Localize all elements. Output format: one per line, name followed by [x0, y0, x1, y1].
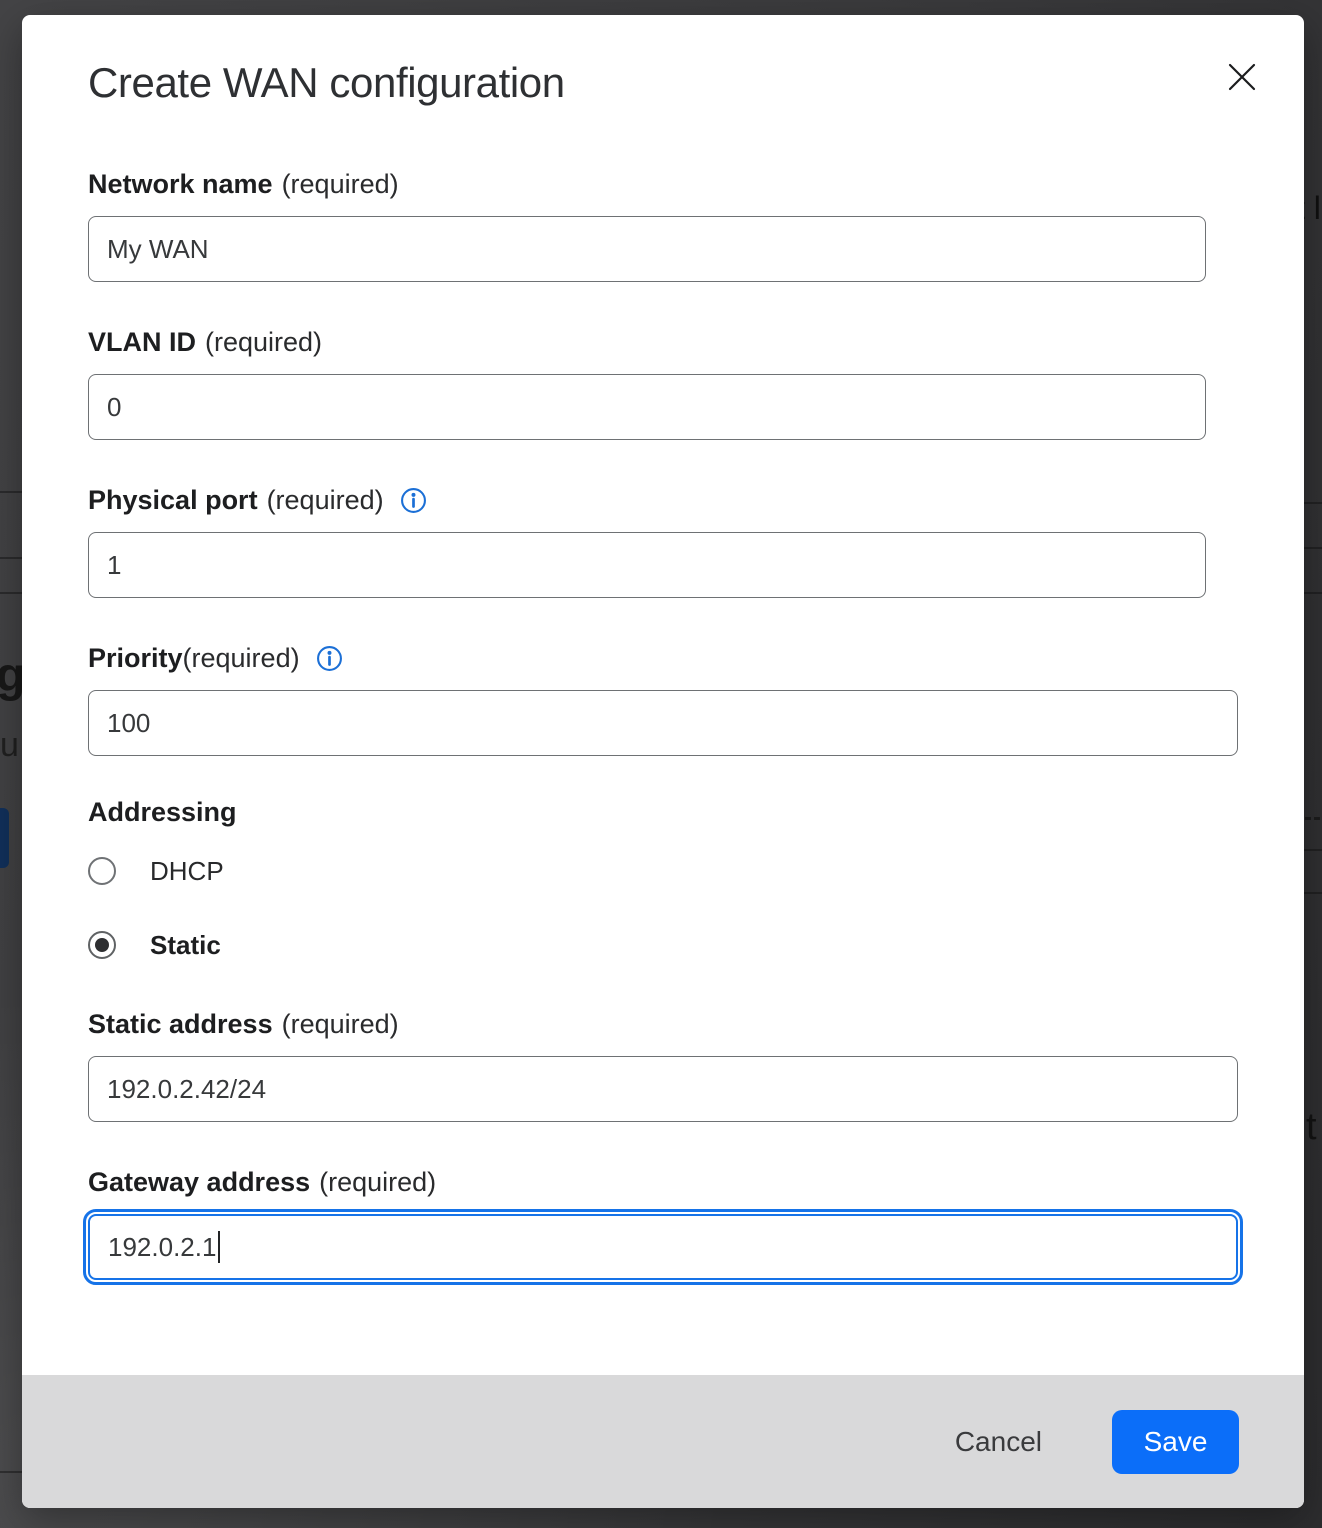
- addressing-heading: Addressing: [88, 796, 1304, 828]
- background-dash-fragment: [1314, 817, 1320, 820]
- cancel-button[interactable]: Cancel: [933, 1416, 1064, 1468]
- static-address-label: Static address: [88, 1008, 273, 1040]
- background-divider: [0, 592, 22, 594]
- gateway-address-field: Gateway address (required) 192.0.2.1: [88, 1166, 1304, 1280]
- background-text-fragment: u: [0, 728, 19, 762]
- background-divider: [1304, 849, 1322, 851]
- network-name-field: Network name (required) My WAN: [88, 168, 1304, 282]
- dialog-title: Create WAN configuration: [88, 58, 1304, 108]
- network-name-input[interactable]: My WAN: [88, 216, 1206, 282]
- close-button[interactable]: [1220, 55, 1264, 99]
- vlan-id-input[interactable]: 0: [88, 374, 1206, 440]
- static-option-label: Static: [150, 930, 221, 961]
- background-divider: [1304, 547, 1322, 549]
- dhcp-option-label: DHCP: [150, 856, 224, 887]
- background-divider: [1304, 592, 1322, 594]
- background-divider: [0, 557, 22, 559]
- priority-input[interactable]: 100: [88, 690, 1238, 756]
- addressing-option-static[interactable]: Static: [88, 930, 1304, 960]
- network-name-value: My WAN: [107, 234, 209, 265]
- radio-selected-icon[interactable]: [88, 931, 116, 959]
- vlan-id-value: 0: [107, 392, 121, 423]
- static-address-input[interactable]: 192.0.2.42/24: [88, 1056, 1238, 1122]
- physical-port-input[interactable]: 1: [88, 532, 1206, 598]
- background-divider: [0, 491, 22, 493]
- addressing-option-dhcp[interactable]: DHCP: [88, 856, 1304, 886]
- create-wan-dialog: Create WAN configuration Network name (r…: [22, 15, 1304, 1508]
- background-button-fragment: [0, 808, 9, 868]
- static-address-value: 192.0.2.42/24: [107, 1074, 266, 1105]
- required-hint: (required): [282, 1008, 399, 1040]
- background-divider: [1304, 892, 1322, 894]
- background-divider: [0, 1471, 22, 1473]
- priority-field: Priority (required) 100: [88, 642, 1304, 756]
- radio-unselected-icon[interactable]: [88, 857, 116, 885]
- background-text-fragment: t: [1306, 1108, 1317, 1146]
- required-hint: (required): [183, 642, 300, 674]
- network-name-label: Network name: [88, 168, 273, 200]
- info-icon[interactable]: [316, 645, 343, 672]
- info-icon[interactable]: [400, 487, 427, 514]
- static-address-field: Static address (required) 192.0.2.42/24: [88, 1008, 1304, 1122]
- vlan-id-label: VLAN ID: [88, 326, 196, 358]
- close-icon: [1227, 62, 1257, 92]
- gateway-address-value: 192.0.2.1: [108, 1232, 216, 1263]
- priority-value: 100: [107, 708, 150, 739]
- vlan-id-field: VLAN ID (required) 0: [88, 326, 1304, 440]
- physical-port-value: 1: [107, 550, 121, 581]
- required-hint: (required): [319, 1166, 436, 1198]
- physical-port-field: Physical port (required) 1: [88, 484, 1304, 598]
- required-hint: (required): [267, 484, 384, 516]
- required-hint: (required): [282, 168, 399, 200]
- required-hint: (required): [205, 326, 322, 358]
- background-divider: [1304, 502, 1322, 504]
- addressing-section: Addressing DHCP Static: [88, 796, 1304, 960]
- save-button[interactable]: Save: [1112, 1410, 1239, 1474]
- priority-label: Priority: [88, 642, 183, 674]
- background-dash-fragment: [1305, 817, 1311, 820]
- gateway-address-input[interactable]: 192.0.2.1: [88, 1214, 1238, 1280]
- physical-port-label: Physical port: [88, 484, 258, 516]
- gateway-address-label: Gateway address: [88, 1166, 310, 1198]
- text-cursor: [218, 1231, 220, 1263]
- dialog-footer: Cancel Save: [22, 1375, 1304, 1508]
